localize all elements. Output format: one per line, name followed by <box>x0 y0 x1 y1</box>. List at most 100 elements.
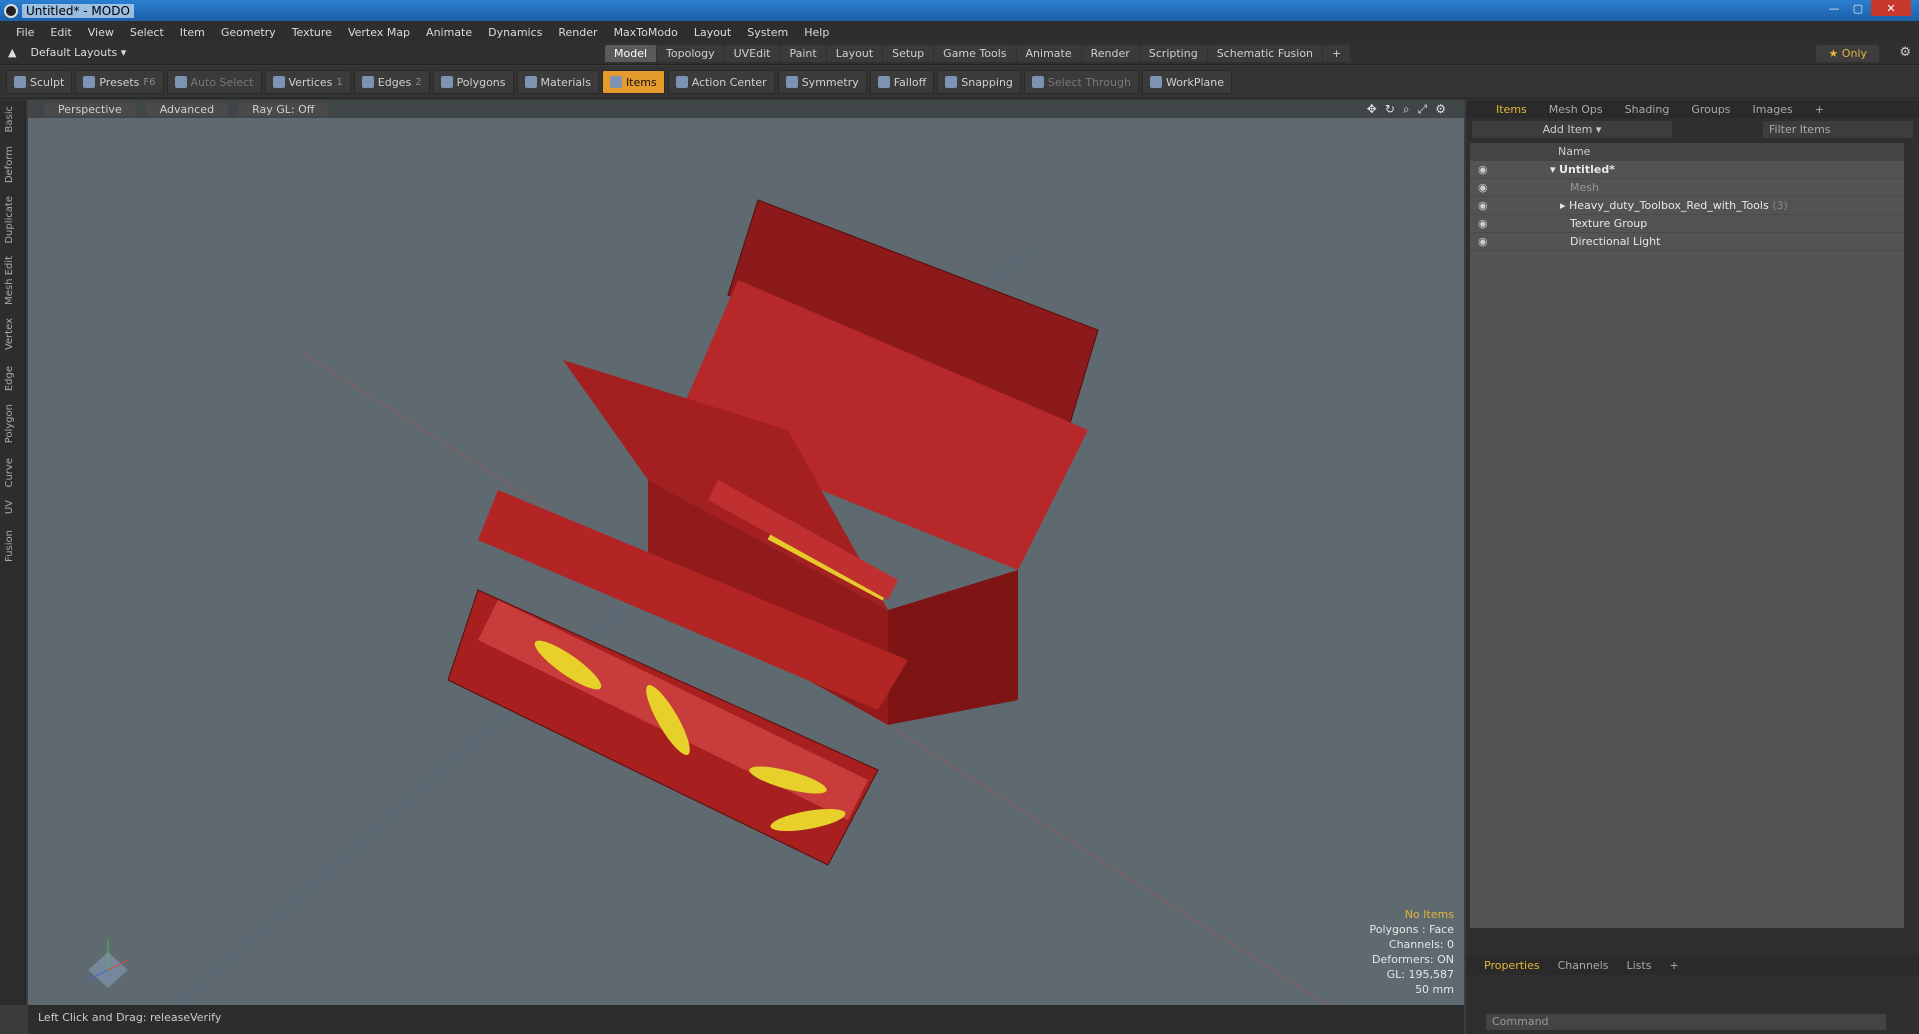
eye-icon[interactable]: ◉ <box>1478 179 1488 197</box>
action-center-button[interactable]: Action Center <box>667 70 775 94</box>
list-item[interactable]: ◉ ▾ Untitled* <box>1470 161 1904 179</box>
scene-canvas <box>87 199 1329 1005</box>
tab-properties[interactable]: Properties <box>1476 959 1548 972</box>
workplane-button[interactable]: WorkPlane <box>1141 70 1232 94</box>
menu-dynamics[interactable]: Dynamics <box>480 26 550 39</box>
tab-topology[interactable]: Topology <box>657 45 724 62</box>
eye-icon[interactable]: ◉ <box>1478 233 1488 251</box>
edges-button[interactable]: Edges 2 <box>353 70 430 94</box>
tab-layout[interactable]: Layout <box>826 45 883 62</box>
add-panel-tab-icon[interactable]: + <box>1805 103 1834 116</box>
expand-icon[interactable]: ▾ <box>1550 163 1556 176</box>
tab-polygon[interactable]: Polygon <box>4 404 15 443</box>
tab-uvedit[interactable]: UVEdit <box>724 45 780 62</box>
menu-file[interactable]: File <box>8 26 42 39</box>
tab-render[interactable]: Render <box>1081 45 1139 62</box>
eye-icon[interactable]: ◉ <box>1478 215 1488 233</box>
tab-deform[interactable]: Deform <box>4 146 15 183</box>
list-item[interactable]: ◉ Mesh <box>1470 179 1904 197</box>
tab-basic[interactable]: Basic <box>4 106 15 132</box>
tab-edge[interactable]: Edge <box>4 366 15 391</box>
menu-maxtomodo[interactable]: MaxToModo <box>606 26 686 39</box>
tab-setup[interactable]: Setup <box>883 45 934 62</box>
polygons-button[interactable]: Polygons <box>432 70 514 94</box>
menu-system[interactable]: System <box>739 26 796 39</box>
add-item-dropdown[interactable]: Add Item ▾ <box>1472 120 1672 138</box>
add-tab-icon[interactable]: + <box>1323 45 1351 62</box>
expand-icon[interactable]: ▸ <box>1560 199 1566 212</box>
axis-gizmo-icon <box>87 940 129 988</box>
item-label: Heavy_duty_Toolbox_Red_with_Tools <box>1569 199 1769 212</box>
tab-lists[interactable]: Lists <box>1619 959 1660 972</box>
tab-channels[interactable]: Channels <box>1550 959 1617 972</box>
tab-items[interactable]: Items <box>1486 103 1537 116</box>
tab-uv[interactable]: UV <box>4 500 15 514</box>
menu-help[interactable]: Help <box>796 26 837 39</box>
sculpt-button[interactable]: Sculpt <box>6 70 73 94</box>
layouts-dropdown[interactable]: Default Layouts ▾ <box>30 46 126 59</box>
tab-game-tools[interactable]: Game Tools <box>934 45 1016 62</box>
presets-label: Presets <box>99 75 140 89</box>
materials-button[interactable]: Materials <box>516 70 599 94</box>
menu-geometry[interactable]: Geometry <box>213 26 284 39</box>
falloff-button[interactable]: Falloff <box>869 70 935 94</box>
tab-duplicate[interactable]: Duplicate <box>4 196 15 244</box>
close-icon[interactable]: ✕ <box>1871 0 1911 16</box>
select-through-button[interactable]: Select Through <box>1023 70 1139 94</box>
auto-select-icon <box>174 76 187 88</box>
tab-vertex[interactable]: Vertex <box>4 318 15 350</box>
gear-icon[interactable]: ⚙ <box>1899 45 1911 60</box>
item-label: Texture Group <box>1570 217 1648 230</box>
maximize-icon[interactable]: ▢ <box>1847 0 1869 16</box>
list-item[interactable]: ◉ Directional Light <box>1470 233 1904 251</box>
eye-icon[interactable]: ◉ <box>1478 161 1488 179</box>
menu-layout[interactable]: Layout <box>686 26 739 39</box>
menu-render[interactable]: Render <box>550 26 605 39</box>
tab-mesh-ops[interactable]: Mesh Ops <box>1539 103 1613 116</box>
tab-groups[interactable]: Groups <box>1681 103 1740 116</box>
minimize-icon[interactable]: — <box>1823 0 1845 16</box>
tab-curve[interactable]: Curve <box>4 458 15 488</box>
snapping-button[interactable]: Snapping <box>937 70 1021 94</box>
tab-animate[interactable]: Animate <box>1016 45 1081 62</box>
brush-icon <box>14 76 26 88</box>
items-icon <box>609 76 622 88</box>
add-bottom-tab-icon[interactable]: + <box>1661 959 1686 972</box>
tab-images[interactable]: Images <box>1743 103 1803 116</box>
tab-schematic-fusion[interactable]: Schematic Fusion <box>1207 45 1323 62</box>
menu-edit[interactable]: Edit <box>42 26 79 39</box>
vertices-button[interactable]: Vertices 1 <box>264 70 351 94</box>
item-count: (3) <box>1772 199 1788 212</box>
collapse-icon[interactable]: ▲ <box>8 46 16 59</box>
menu-vertex-map[interactable]: Vertex Map <box>340 26 418 39</box>
list-item[interactable]: ◉ Texture Group <box>1470 215 1904 233</box>
menu-item[interactable]: Item <box>172 26 213 39</box>
action-center-label: Action Center <box>691 75 767 89</box>
polygons-label: Polygons <box>456 75 506 89</box>
select-through-label: Select Through <box>1047 75 1131 89</box>
eye-icon[interactable]: ◉ <box>1478 197 1488 215</box>
items-button[interactable]: Items <box>601 70 665 94</box>
presets-button[interactable]: Presets F6 <box>75 70 164 94</box>
tab-model[interactable]: Model <box>605 45 657 62</box>
symmetry-button[interactable]: Symmetry <box>777 70 867 94</box>
menu-animate[interactable]: Animate <box>418 26 480 39</box>
3d-viewport[interactable]: Perspective Advanced Ray GL: Off ✥ ↻ ⌕ ⤢… <box>28 100 1464 1005</box>
menu-select[interactable]: Select <box>122 26 172 39</box>
tab-mesh-edit[interactable]: Mesh Edit <box>4 256 15 305</box>
item-label: Directional Light <box>1570 235 1661 248</box>
tab-paint[interactable]: Paint <box>780 45 826 62</box>
filter-items-input[interactable]: Filter Items <box>1763 120 1913 138</box>
list-item[interactable]: ◉ ▸ Heavy_duty_Toolbox_Red_with_Tools (3) <box>1470 197 1904 215</box>
command-input[interactable]: Command <box>1486 1014 1886 1030</box>
tab-shading[interactable]: Shading <box>1615 103 1680 116</box>
menu-view[interactable]: View <box>80 26 122 39</box>
falloff-label: Falloff <box>893 75 927 89</box>
auto-select-button[interactable]: Auto Select <box>166 70 262 94</box>
menu-texture[interactable]: Texture <box>284 26 340 39</box>
list-header: Name <box>1470 143 1904 161</box>
tab-scripting[interactable]: Scripting <box>1139 45 1207 62</box>
action-center-icon <box>675 76 688 88</box>
tab-fusion[interactable]: Fusion <box>4 530 15 562</box>
only-button[interactable]: ★ Only <box>1816 45 1879 62</box>
